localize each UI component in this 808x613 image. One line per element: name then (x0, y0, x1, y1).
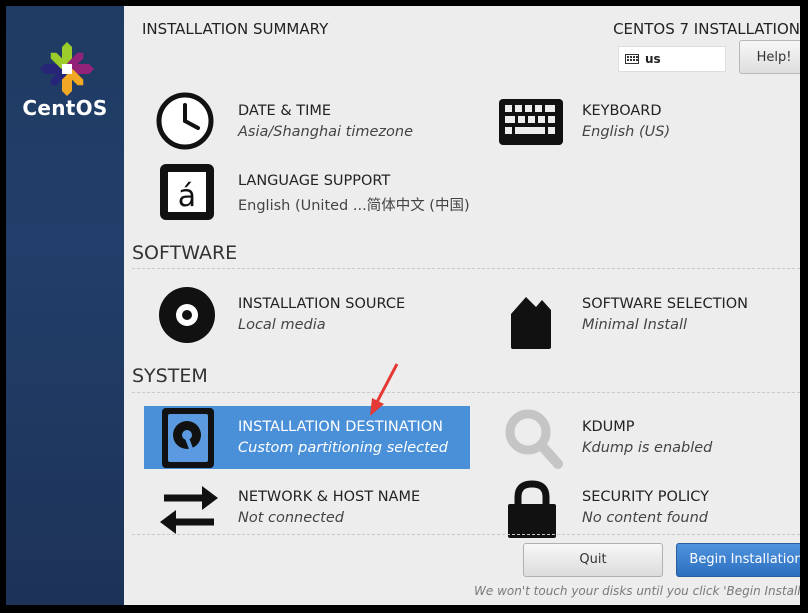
spoke-keyboard[interactable]: KEYBOARD English (US) (474, 86, 794, 152)
spoke-title: LANGUAGE SUPPORT (238, 173, 391, 189)
spoke-software-selection[interactable]: SOFTWARE SELECTION Minimal Install (474, 282, 794, 349)
network-arrows-icon (160, 486, 218, 534)
keyboard-layout-label: us (645, 52, 661, 66)
disc-icon (159, 287, 215, 343)
lock-icon (508, 480, 556, 538)
spoke-kdump[interactable]: KDUMP Kdump is enabled (474, 406, 794, 469)
keyboard-small-icon (625, 54, 639, 64)
section-system: SYSTEM (132, 365, 208, 387)
section-software: SOFTWARE (132, 242, 238, 264)
clock-icon (156, 92, 214, 150)
spoke-installation-destination[interactable]: INSTALLATION DESTINATION Custom partitio… (144, 406, 470, 469)
section-divider (132, 392, 800, 393)
footer-divider (132, 534, 800, 535)
spoke-title: INSTALLATION DESTINATION (238, 419, 443, 435)
spoke-date-time[interactable]: DATE & TIME Asia/Shanghai timezone (124, 86, 464, 152)
help-button[interactable]: Help! (739, 40, 800, 74)
annotation-arrow-icon (370, 363, 399, 416)
package-icon (511, 297, 551, 349)
quit-button[interactable]: Quit (523, 543, 663, 577)
spoke-network-hostname[interactable]: NETWORK & HOST NAME Not connected (124, 476, 464, 538)
spoke-title: DATE & TIME (238, 103, 332, 119)
spoke-title: KDUMP (582, 419, 635, 435)
spoke-status: English (United ...简体中文 (中国) (238, 198, 470, 214)
spoke-status: Custom partitioning selected (238, 440, 448, 456)
spoke-security-policy[interactable]: SECURITY POLICY No content found (474, 476, 794, 538)
spoke-status: Not connected (238, 510, 344, 526)
main-panel: INSTALLATION SUMMARY CENTOS 7 INSTALLATI… (124, 6, 800, 605)
centos-logo-icon (40, 42, 94, 96)
spoke-title: KEYBOARD (582, 103, 662, 119)
product-title: CENTOS 7 INSTALLATION (613, 20, 800, 38)
sidebar: CentOS (6, 6, 124, 605)
spoke-status: No content found (582, 510, 709, 526)
installer-window: CentOS INSTALLATION SUMMARY CENTOS 7 INS… (0, 0, 808, 613)
spoke-status: Local media (238, 317, 326, 333)
spoke-status: Asia/Shanghai timezone (238, 124, 414, 140)
spoke-status: Kdump is enabled (582, 440, 713, 456)
spoke-title: INSTALLATION SOURCE (238, 296, 406, 312)
harddisk-icon (162, 408, 214, 468)
magnifier-icon (505, 409, 563, 469)
svg-text:á: á (178, 179, 196, 214)
begin-installation-button[interactable]: Begin Installation (676, 543, 800, 577)
spoke-installation-source[interactable]: INSTALLATION SOURCE Local media (124, 282, 464, 348)
spoke-language-support[interactable]: á LANGUAGE SUPPORT English (United ...简体… (124, 158, 484, 224)
language-icon: á (160, 164, 214, 220)
brand-name: CentOS (22, 96, 108, 120)
spoke-status: Minimal Install (582, 317, 688, 333)
keyboard-layout-indicator[interactable]: us (618, 46, 726, 72)
keyboard-icon (499, 99, 563, 145)
page-title: INSTALLATION SUMMARY (142, 20, 329, 38)
spoke-status: English (US) (582, 124, 671, 140)
spoke-title: SECURITY POLICY (582, 489, 710, 505)
footer-note: We won't touch your disks until you clic… (474, 584, 800, 598)
spoke-title: NETWORK & HOST NAME (238, 489, 421, 505)
section-divider (132, 268, 800, 269)
spoke-title: SOFTWARE SELECTION (582, 296, 748, 312)
